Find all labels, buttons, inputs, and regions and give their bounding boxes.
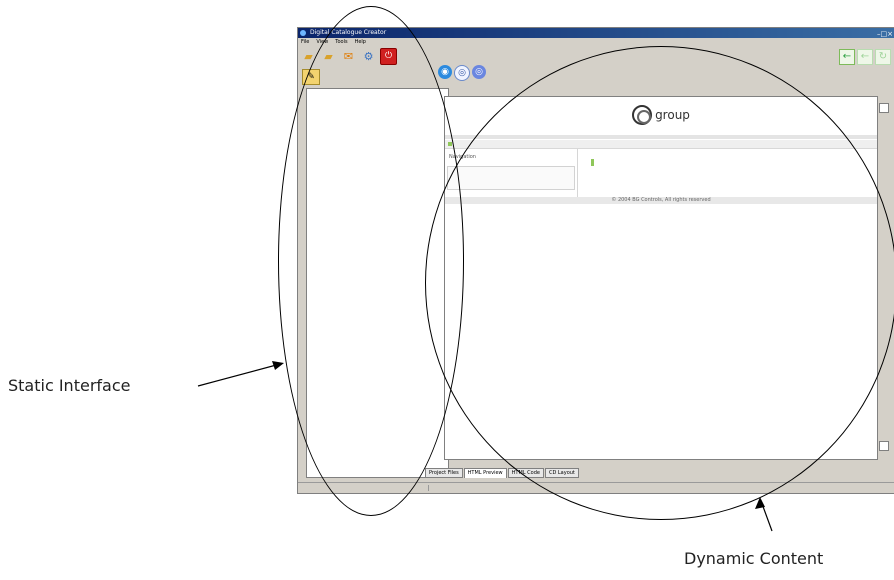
refresh-icon[interactable]: ↻	[875, 49, 891, 65]
cd-icon[interactable]: ◎	[454, 65, 470, 81]
sub-header-band	[445, 140, 877, 149]
main-toolbar: ▰ ▰ ✉ ⚙ ⏻	[300, 48, 397, 66]
copyright-band: © 2004 BG Controls, All rights reserved	[445, 197, 877, 204]
bottom-tabs: Project Files HTML Preview HTML Code CD …	[425, 468, 579, 478]
save-icon[interactable]: ▰	[320, 48, 337, 65]
menu-file[interactable]: File	[301, 38, 309, 46]
menu-tools[interactable]: Tools	[335, 38, 347, 46]
scroll-top-button[interactable]	[879, 103, 889, 113]
tab-project-files[interactable]: Project Files	[425, 468, 463, 478]
tab-cd-layout[interactable]: CD Layout	[544, 468, 579, 478]
email-icon[interactable]: ✉	[340, 48, 357, 65]
status-bar	[298, 482, 894, 493]
html-preview-pane: group Navigation © 2004 BG Controls, All…	[444, 96, 889, 460]
folder-open-icon[interactable]: ▰	[300, 48, 317, 65]
static-left-panel	[306, 88, 449, 478]
preview-toolbar: ◉ ◎ ◎	[438, 65, 486, 81]
navigation-box	[447, 166, 575, 190]
tab-html-preview[interactable]: HTML Preview	[463, 468, 507, 478]
disc-icon[interactable]: ◎	[472, 65, 486, 79]
back-arrow-icon[interactable]: ←	[839, 49, 855, 65]
dynamic-arrow-head	[755, 497, 765, 509]
logo-mark	[632, 105, 653, 125]
pencil-icon[interactable]: ✎	[302, 69, 320, 85]
globe-icon[interactable]: ◉	[438, 65, 452, 79]
content-marker	[591, 159, 594, 166]
green-marker	[448, 142, 452, 146]
menu-bar: File View Tools Help	[298, 38, 894, 46]
app-icon	[300, 30, 306, 36]
stop-icon[interactable]: ⏻	[380, 48, 397, 65]
static-interface-label: Static Interface	[8, 376, 131, 395]
scroll-bottom-button[interactable]	[879, 441, 889, 451]
forward-arrow-icon[interactable]: ←	[857, 49, 873, 65]
brand-logo: group	[445, 102, 877, 128]
menu-view[interactable]: View	[316, 38, 328, 46]
tab-html-code[interactable]: HTML Code	[507, 468, 544, 478]
navigation-cell: Navigation	[445, 149, 578, 197]
menu-help[interactable]: Help	[355, 38, 366, 46]
dynamic-content-label: Dynamic Content	[684, 549, 824, 568]
logo-text: group	[655, 108, 690, 122]
title-bar: Digital Catalogue Creator –□×	[298, 28, 894, 38]
window-title: Digital Catalogue Creator	[310, 29, 387, 36]
static-arrow-line	[197, 363, 281, 387]
settings-icon[interactable]: ⚙	[360, 48, 377, 65]
dynamic-arrow-line	[760, 500, 773, 532]
navigation-arrows: ← ← ↻	[839, 49, 891, 65]
static-arrow-head	[272, 361, 284, 370]
navigation-label: Navigation	[449, 154, 476, 160]
header-band	[445, 135, 877, 139]
app-window: Digital Catalogue Creator –□× File View …	[297, 27, 894, 494]
